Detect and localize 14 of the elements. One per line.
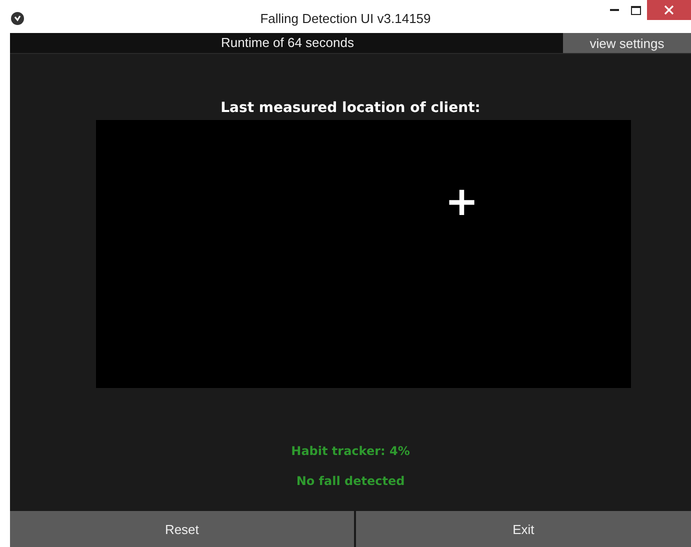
reset-button[interactable]: Reset xyxy=(10,511,354,547)
app-icon xyxy=(11,12,24,25)
location-heading: Last measured location of client: xyxy=(220,100,480,116)
close-icon xyxy=(664,5,674,15)
status-text: No fall detected xyxy=(296,474,405,489)
exit-button[interactable]: Exit xyxy=(356,511,691,547)
status-text: Habit tracker: 4% xyxy=(291,444,410,459)
maximize-icon[interactable] xyxy=(631,6,641,14)
window-title: Falling Detection UI v3.14159 xyxy=(260,10,431,26)
view-settings-button[interactable]: view settings xyxy=(563,33,691,53)
location-marker: + xyxy=(445,179,479,225)
runtime-label: Runtime of 64 seconds xyxy=(220,34,355,52)
close-button[interactable] xyxy=(647,0,691,20)
minimize-icon[interactable] xyxy=(610,9,618,11)
